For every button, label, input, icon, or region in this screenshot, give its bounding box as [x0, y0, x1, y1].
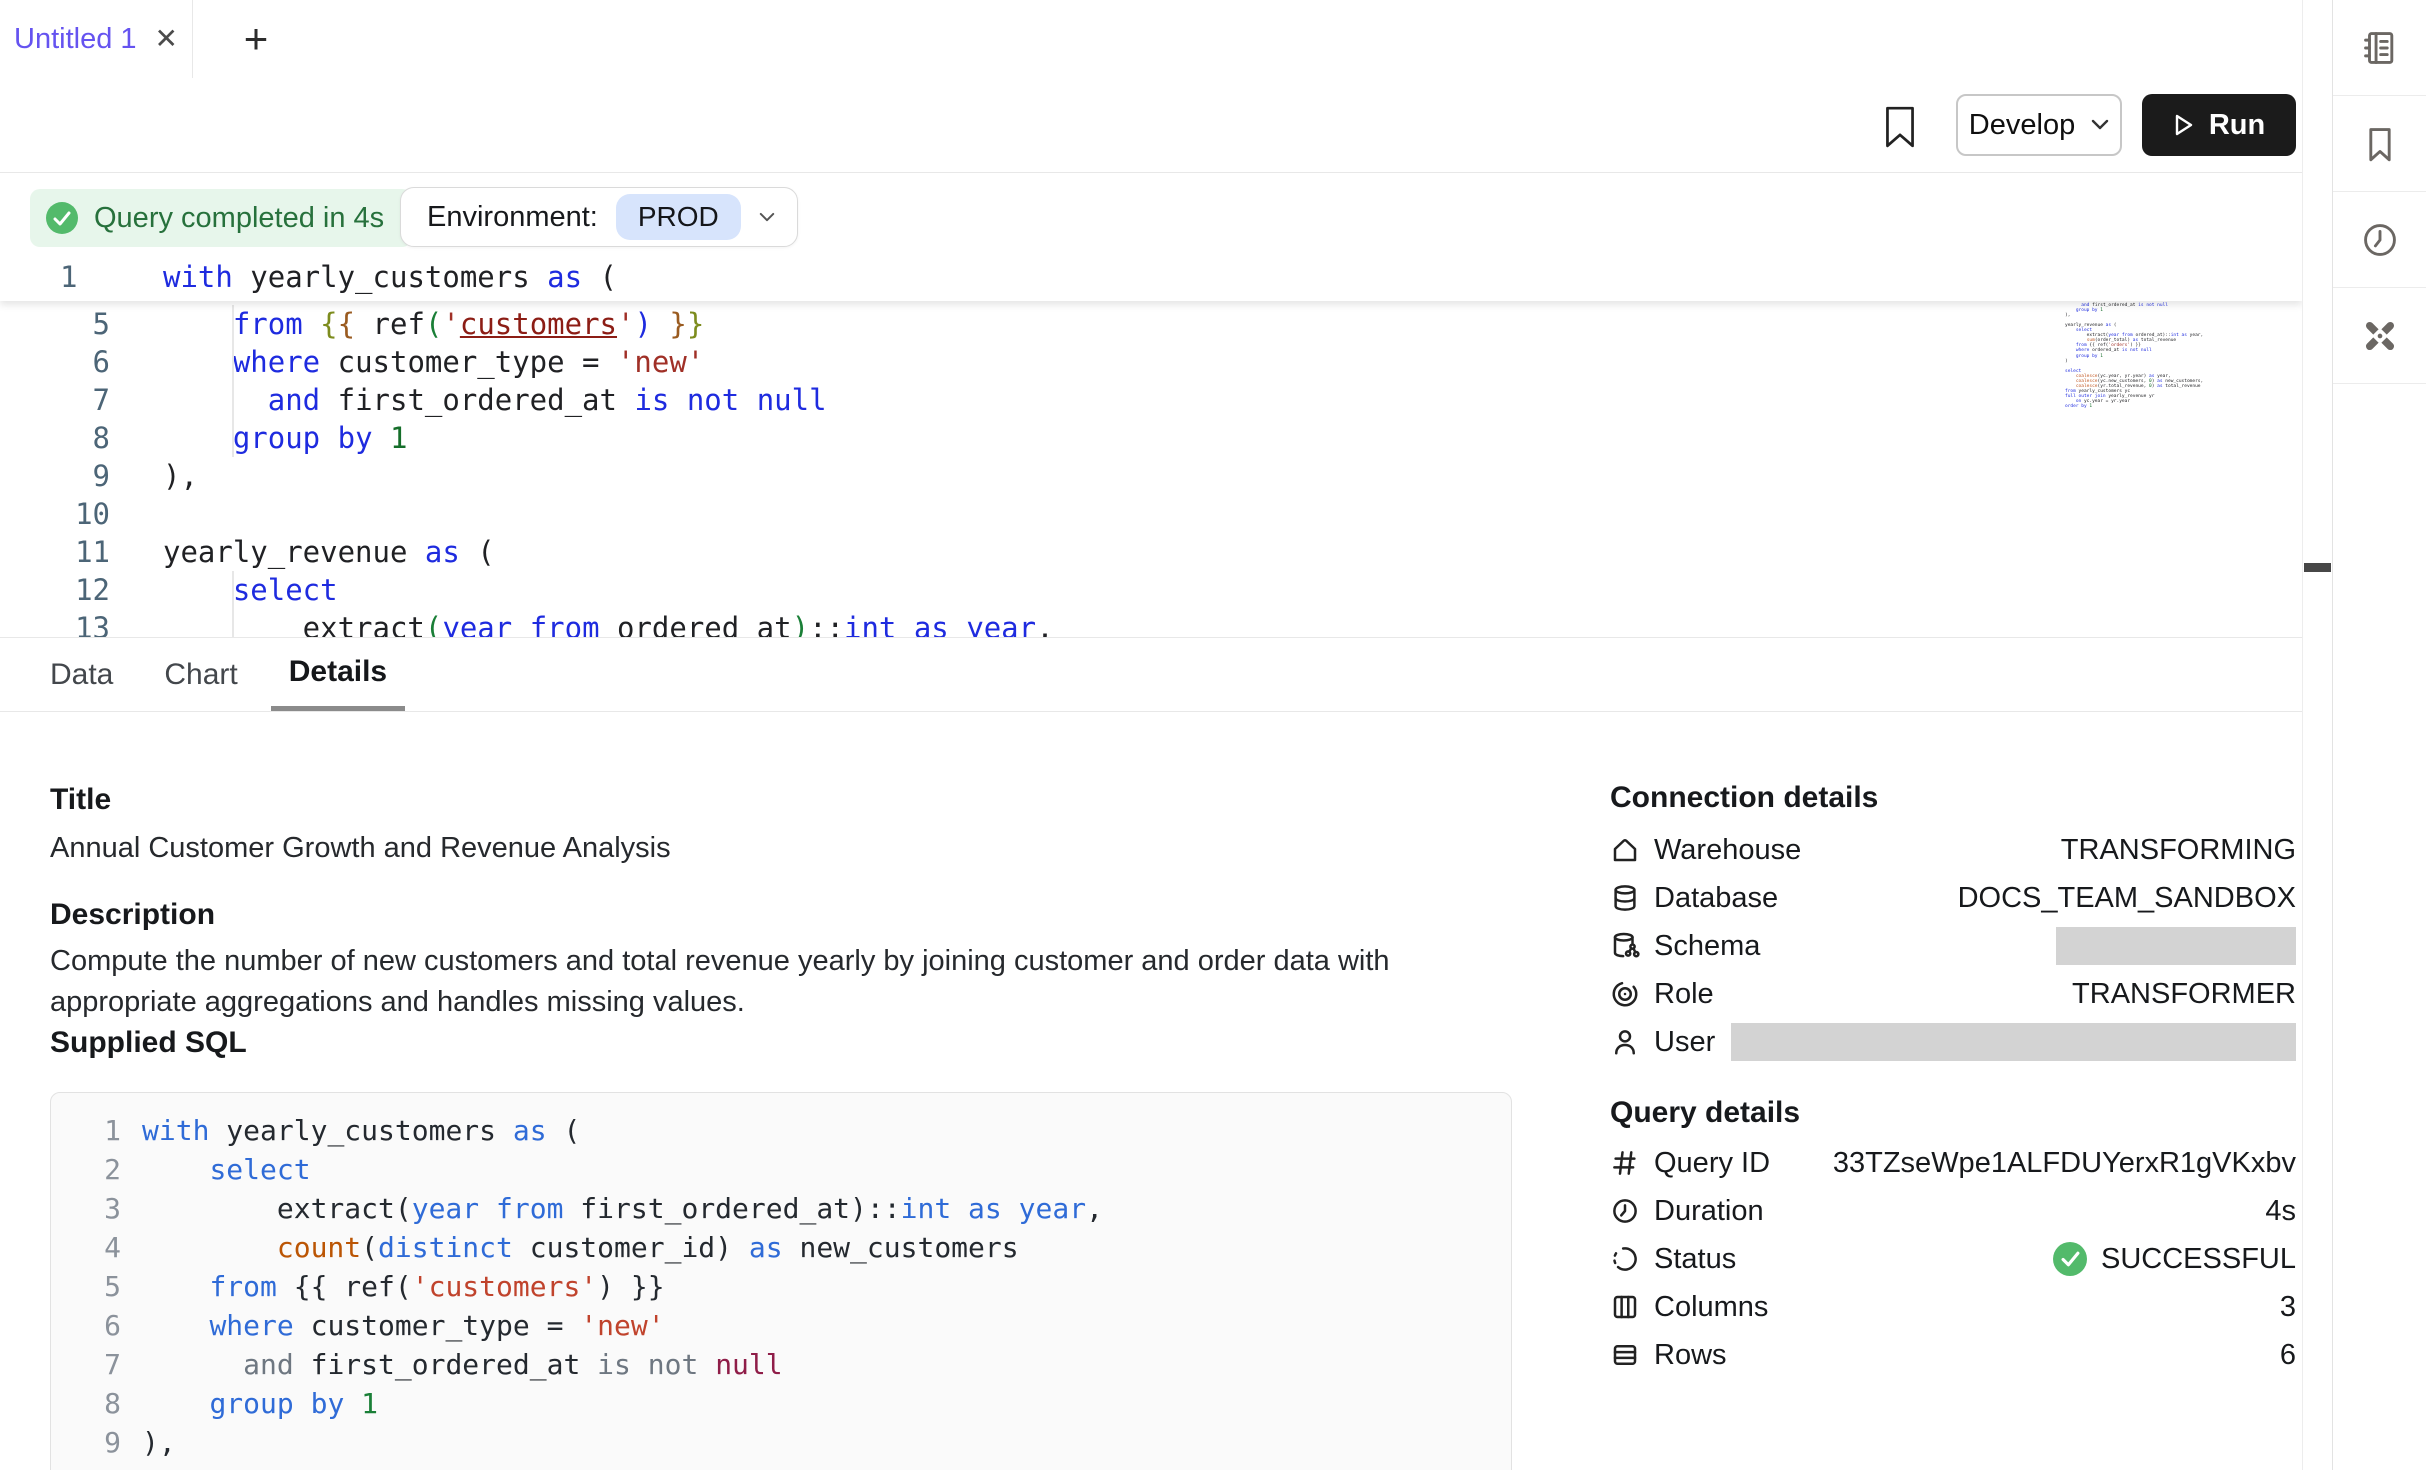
connection-details-heading: Connection details: [1610, 781, 1878, 815]
spinner-icon: [1610, 1244, 1640, 1274]
duration-icon: [1610, 1196, 1640, 1226]
scrollbar-track[interactable]: [2302, 0, 2332, 1470]
status-value: SUCCESSFUL: [2101, 1243, 2296, 1276]
bookmark-button[interactable]: [1880, 104, 1920, 150]
history-icon: [2359, 219, 2401, 261]
title-value: Annual Customer Growth and Revenue Analy…: [50, 832, 671, 865]
environment-value-pill: PROD: [616, 194, 741, 240]
play-icon: [2173, 113, 2195, 137]
notebook-icon: [2359, 27, 2401, 69]
run-button[interactable]: Run: [2142, 94, 2296, 156]
columns-value: 3: [2280, 1291, 2296, 1324]
hash-icon: [1610, 1148, 1640, 1178]
chevron-down-icon: [2091, 119, 2109, 131]
schema-value-redacted: [2056, 927, 2296, 965]
sidebar-item-notebook[interactable]: [2333, 0, 2426, 96]
sidebar-item-bookmarks[interactable]: [2333, 96, 2426, 192]
query-row-duration: Duration 4s: [1610, 1187, 2296, 1235]
develop-label: Develop: [1969, 109, 2075, 142]
query-row-id: Query ID 33TZseWpe1ALFDUYerxR1gVKxbv: [1610, 1139, 2296, 1187]
sidebar-item-dbt[interactable]: [2333, 288, 2426, 384]
warehouse-value: TRANSFORMING: [2061, 834, 2296, 867]
duration-value: 4s: [2265, 1195, 2296, 1228]
develop-dropdown[interactable]: Develop: [1956, 94, 2122, 156]
description-text: Compute the number of new customers and …: [50, 941, 1420, 1023]
supplied-sql-block: 1with yearly_customers as (2 select3 ext…: [50, 1092, 1512, 1470]
connection-row-user: User: [1610, 1018, 2296, 1066]
tab-details[interactable]: Details: [271, 638, 405, 711]
tab-label: Untitled 1: [14, 23, 137, 56]
connection-row-warehouse: Warehouse TRANSFORMING: [1610, 826, 2296, 874]
plus-icon: +: [244, 15, 269, 63]
scrollbar-thumb[interactable]: [2304, 563, 2331, 572]
tab-chart[interactable]: Chart: [146, 638, 255, 711]
environment-selector[interactable]: Environment: PROD: [400, 187, 798, 247]
columns-icon: [1610, 1292, 1640, 1322]
query-status-text: Query completed in 4s: [94, 202, 384, 235]
bookmark-icon: [2359, 123, 2401, 165]
supplied-sql-heading: Supplied SQL: [50, 1026, 247, 1060]
title-heading: Title: [50, 783, 111, 817]
connection-row-schema: Schema: [1610, 922, 2296, 970]
role-icon: [1610, 979, 1640, 1009]
connection-row-database: Database DOCS_TEAM_SANDBOX: [1610, 874, 2296, 922]
run-label: Run: [2209, 109, 2265, 142]
tab-bar: Untitled 1 ✕ +: [0, 0, 2302, 79]
role-value: TRANSFORMER: [2072, 978, 2296, 1011]
close-icon[interactable]: ✕: [155, 25, 178, 53]
check-circle-icon: [2053, 1242, 2087, 1276]
description-heading: Description: [50, 898, 215, 932]
user-icon: [1610, 1027, 1640, 1057]
editor-code-lines: 5 from {{ ref('customers') }}6 where cus…: [0, 305, 2302, 638]
database-value: DOCS_TEAM_SANDBOX: [1958, 882, 2296, 915]
toolbar: Develop Run: [0, 78, 2302, 173]
rows-icon: [1610, 1340, 1640, 1370]
environment-label: Environment:: [427, 201, 598, 234]
rows-value: 6: [2280, 1339, 2296, 1372]
query-row-rows: Rows 6: [1610, 1331, 2296, 1379]
warehouse-icon: [1610, 835, 1640, 865]
bookmark-icon: [1880, 104, 1920, 150]
tab-untitled-1[interactable]: Untitled 1 ✕: [0, 0, 193, 78]
schema-icon: [1610, 931, 1640, 961]
sql-editor[interactable]: 5 from {{ ref('customers') }}6 where cus…: [0, 255, 2302, 638]
new-tab-button[interactable]: +: [224, 0, 288, 78]
dbt-logo-icon: [2358, 314, 2402, 358]
check-circle-icon: [46, 202, 78, 234]
database-icon: [1610, 883, 1640, 913]
sidebar-item-history[interactable]: [2333, 192, 2426, 288]
results-tab-bar: Data Chart Details: [0, 638, 2302, 712]
connection-row-role: Role TRANSFORMER: [1610, 970, 2296, 1018]
editor-sticky-line: 1with yearly_customers as (: [0, 255, 2302, 301]
user-value-redacted: [1731, 1023, 2296, 1061]
right-sidebar: [2332, 0, 2426, 1470]
query-id-value: 33TZseWpe1ALFDUYerxR1gVKxbv: [1833, 1147, 2296, 1180]
chevron-down-icon: [759, 212, 775, 223]
sql-ide-app: Untitled 1 ✕ + Develop Run: [0, 0, 2426, 1470]
query-row-status: Status SUCCESSFUL: [1610, 1235, 2296, 1283]
tab-data[interactable]: Data: [32, 638, 131, 711]
query-details-heading: Query details: [1610, 1096, 1800, 1130]
query-row-columns: Columns 3: [1610, 1283, 2296, 1331]
query-status-pill: Query completed in 4s: [30, 189, 412, 247]
